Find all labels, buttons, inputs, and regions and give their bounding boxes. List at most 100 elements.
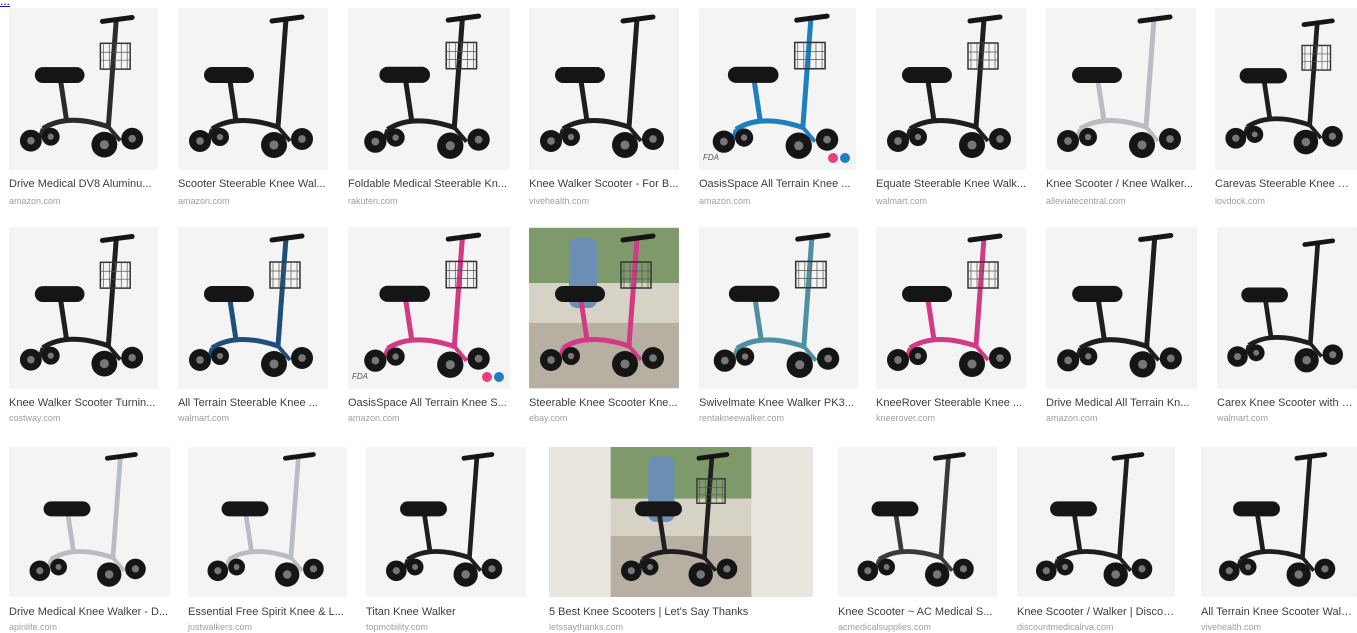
knee-scooter-thumbnail[interactable] — [1017, 447, 1175, 597]
knee-scooter-image — [19, 233, 144, 377]
result-title[interactable]: OasisSpace All Terrain Knee S... — [348, 397, 510, 409]
image-result-card[interactable]: FDA OasisSpace All Terrain Knee ... amazon… — [699, 8, 856, 208]
knee-scooter-image — [189, 233, 313, 377]
result-source: amazon.com — [348, 413, 400, 423]
result-title[interactable]: Scooter Steerable Knee Wal... — [178, 178, 328, 190]
image-result-card[interactable]: Equate Steerable Knee Walk... walmart.com — [876, 8, 1026, 208]
result-title[interactable]: All Terrain Knee Scooter Walke... — [1201, 606, 1357, 618]
image-result-card[interactable]: Knee Scooter / Walker | Discou... discoun… — [1017, 447, 1175, 633]
image-result-card[interactable]: Knee Walker Scooter Turnin... costway.com — [9, 227, 158, 425]
knee-scooter-thumbnail[interactable] — [838, 447, 997, 597]
result-title[interactable]: Carevas Steerable Knee Wal... — [1215, 178, 1357, 190]
knee-scooter-image — [364, 13, 490, 159]
result-title[interactable]: Knee Walker Scooter Turnin... — [9, 397, 158, 409]
result-title[interactable]: Equate Steerable Knee Walk... — [876, 178, 1026, 190]
knee-scooter-image — [713, 232, 840, 378]
result-title[interactable]: Knee Scooter ~ AC Medical S... — [838, 606, 997, 618]
knee-scooter-image — [887, 233, 1011, 377]
result-source: ebay.com — [529, 413, 568, 423]
knee-scooter-thumbnail[interactable]: FDA — [348, 227, 510, 389]
result-source: vivehealth.com — [529, 196, 590, 206]
result-source: apinlife.com — [9, 622, 58, 632]
knee-scooter-thumbnail[interactable] — [1217, 227, 1357, 389]
knee-scooter-thumbnail[interactable] — [348, 8, 510, 170]
result-source: rakuten.com — [348, 196, 398, 206]
knee-scooter-thumbnail[interactable] — [876, 8, 1026, 170]
knee-scooter-thumbnail[interactable] — [178, 8, 328, 170]
result-title[interactable]: Knee Scooter / Knee Walker... — [1046, 178, 1196, 190]
image-result-card[interactable]: Knee Walker Scooter - For B... vivehealth… — [529, 8, 679, 208]
image-result-card[interactable]: Knee Scooter ~ AC Medical S... acmedicals… — [838, 447, 997, 633]
result-title[interactable]: Knee Walker Scooter - For B... — [529, 178, 679, 190]
color-swatch[interactable] — [828, 153, 838, 163]
knee-scooter-thumbnail[interactable] — [1046, 8, 1196, 170]
knee-scooter-image — [610, 447, 752, 597]
image-result-card[interactable]: 5 Best Knee Scooters | Let's Say Thanks l… — [549, 447, 813, 633]
knee-scooter-image — [712, 13, 839, 159]
knee-scooter-image — [1057, 233, 1182, 378]
result-source: alleviatecentral.com — [1046, 196, 1126, 206]
result-source: topmobility.com — [366, 622, 428, 632]
result-title[interactable]: Carex Knee Scooter with Pa... — [1217, 397, 1357, 409]
image-result-card[interactable]: All Terrain Knee Scooter Walke... vivehea… — [1201, 447, 1357, 633]
color-swatch[interactable] — [494, 372, 504, 382]
knee-scooter-image — [1057, 14, 1181, 158]
image-result-card[interactable]: Drive Medical All Terrain Kn... amazon.co… — [1046, 227, 1197, 425]
knee-scooter-thumbnail[interactable] — [178, 227, 328, 389]
knee-scooter-thumbnail[interactable] — [9, 8, 158, 170]
image-result-card[interactable]: Foldable Medical Steerable Kn... rakuten.… — [348, 8, 510, 208]
result-title[interactable]: Essential Free Spirit Knee & L... — [188, 606, 347, 618]
result-source: amazon.com — [9, 196, 61, 206]
image-result-card[interactable]: Swivelmate Knee Walker PK3... rentakneewa… — [699, 227, 858, 425]
result-title[interactable]: Swivelmate Knee Walker PK3... — [699, 397, 858, 409]
result-title[interactable]: Steerable Knee Scooter Kne... — [529, 397, 679, 409]
top-link[interactable]: ... — [0, 0, 10, 8]
knee-scooter-thumbnail[interactable] — [529, 8, 679, 170]
image-result-card[interactable]: Titan Knee Walker topmobility.com — [366, 447, 526, 633]
knee-scooter-thumbnail[interactable] — [9, 227, 158, 389]
knee-scooter-thumbnail[interactable]: FDA — [699, 8, 856, 170]
knee-scooter-thumbnail[interactable] — [1201, 447, 1357, 597]
result-title[interactable]: 5 Best Knee Scooters | Let's Say Thanks — [549, 606, 813, 618]
image-result-card[interactable]: Drive Medical Knee Walker - D... apinlife… — [9, 447, 170, 633]
result-source: acmedicalsupplies.com — [838, 622, 932, 632]
result-title[interactable]: Drive Medical DV8 Aluminu... — [9, 178, 158, 190]
knee-scooter-image — [529, 228, 679, 388]
knee-scooter-thumbnail[interactable] — [529, 227, 679, 389]
image-result-card[interactable]: Steerable Knee Scooter Kne... ebay.com — [529, 227, 679, 425]
result-title[interactable]: Drive Medical Knee Walker - D... — [9, 606, 170, 618]
product-badges: FDA — [352, 372, 506, 384]
result-source: vivehealth.com — [1201, 622, 1262, 632]
image-result-card[interactable]: Carex Knee Scooter with Pa... walmart.com — [1217, 227, 1357, 425]
knee-scooter-thumbnail[interactable] — [366, 447, 526, 597]
knee-scooter-thumbnail[interactable] — [1215, 8, 1357, 170]
knee-scooter-thumbnail[interactable] — [9, 447, 170, 597]
image-result-card[interactable]: Scooter Steerable Knee Wal... amazon.com — [178, 8, 328, 208]
result-source: amazon.com — [699, 196, 751, 206]
color-swatch[interactable] — [482, 372, 492, 382]
knee-scooter-image — [386, 452, 503, 587]
knee-scooter-thumbnail[interactable] — [876, 227, 1026, 389]
image-result-card[interactable]: All Terrain Steerable Knee ... walmart.co… — [178, 227, 328, 425]
result-title[interactable]: OasisSpace All Terrain Knee ... — [699, 178, 856, 190]
image-result-card[interactable]: Carevas Steerable Knee Wal... lovdock.com — [1215, 8, 1357, 208]
image-result-card[interactable]: Essential Free Spirit Knee & L... justwal… — [188, 447, 347, 633]
knee-scooter-image — [364, 232, 490, 378]
result-source: costway.com — [9, 413, 61, 423]
result-title[interactable]: Foldable Medical Steerable Kn... — [348, 178, 510, 190]
result-title[interactable]: All Terrain Steerable Knee ... — [178, 397, 328, 409]
image-result-card[interactable]: Drive Medical DV8 Aluminu... amazon.com — [9, 8, 158, 208]
result-title[interactable]: KneeRover Steerable Knee ... — [876, 397, 1026, 409]
color-swatch[interactable] — [840, 153, 850, 163]
result-title[interactable]: Knee Scooter / Walker | Discou... — [1017, 606, 1175, 618]
result-title[interactable]: Titan Knee Walker — [366, 606, 526, 618]
image-result-card[interactable]: KneeRover Steerable Knee ... kneerover.co… — [876, 227, 1026, 425]
result-title[interactable]: Drive Medical All Terrain Kn... — [1046, 397, 1197, 409]
knee-scooter-thumbnail[interactable] — [549, 447, 813, 597]
image-result-card[interactable]: FDA OasisSpace All Terrain Knee S... amazo… — [348, 227, 510, 425]
knee-scooter-thumbnail[interactable] — [699, 227, 858, 389]
knee-scooter-thumbnail[interactable] — [1046, 227, 1197, 389]
knee-scooter-thumbnail[interactable] — [188, 447, 347, 597]
result-source: amazon.com — [1046, 413, 1098, 423]
image-result-card[interactable]: Knee Scooter / Knee Walker... alleviatece… — [1046, 8, 1196, 208]
